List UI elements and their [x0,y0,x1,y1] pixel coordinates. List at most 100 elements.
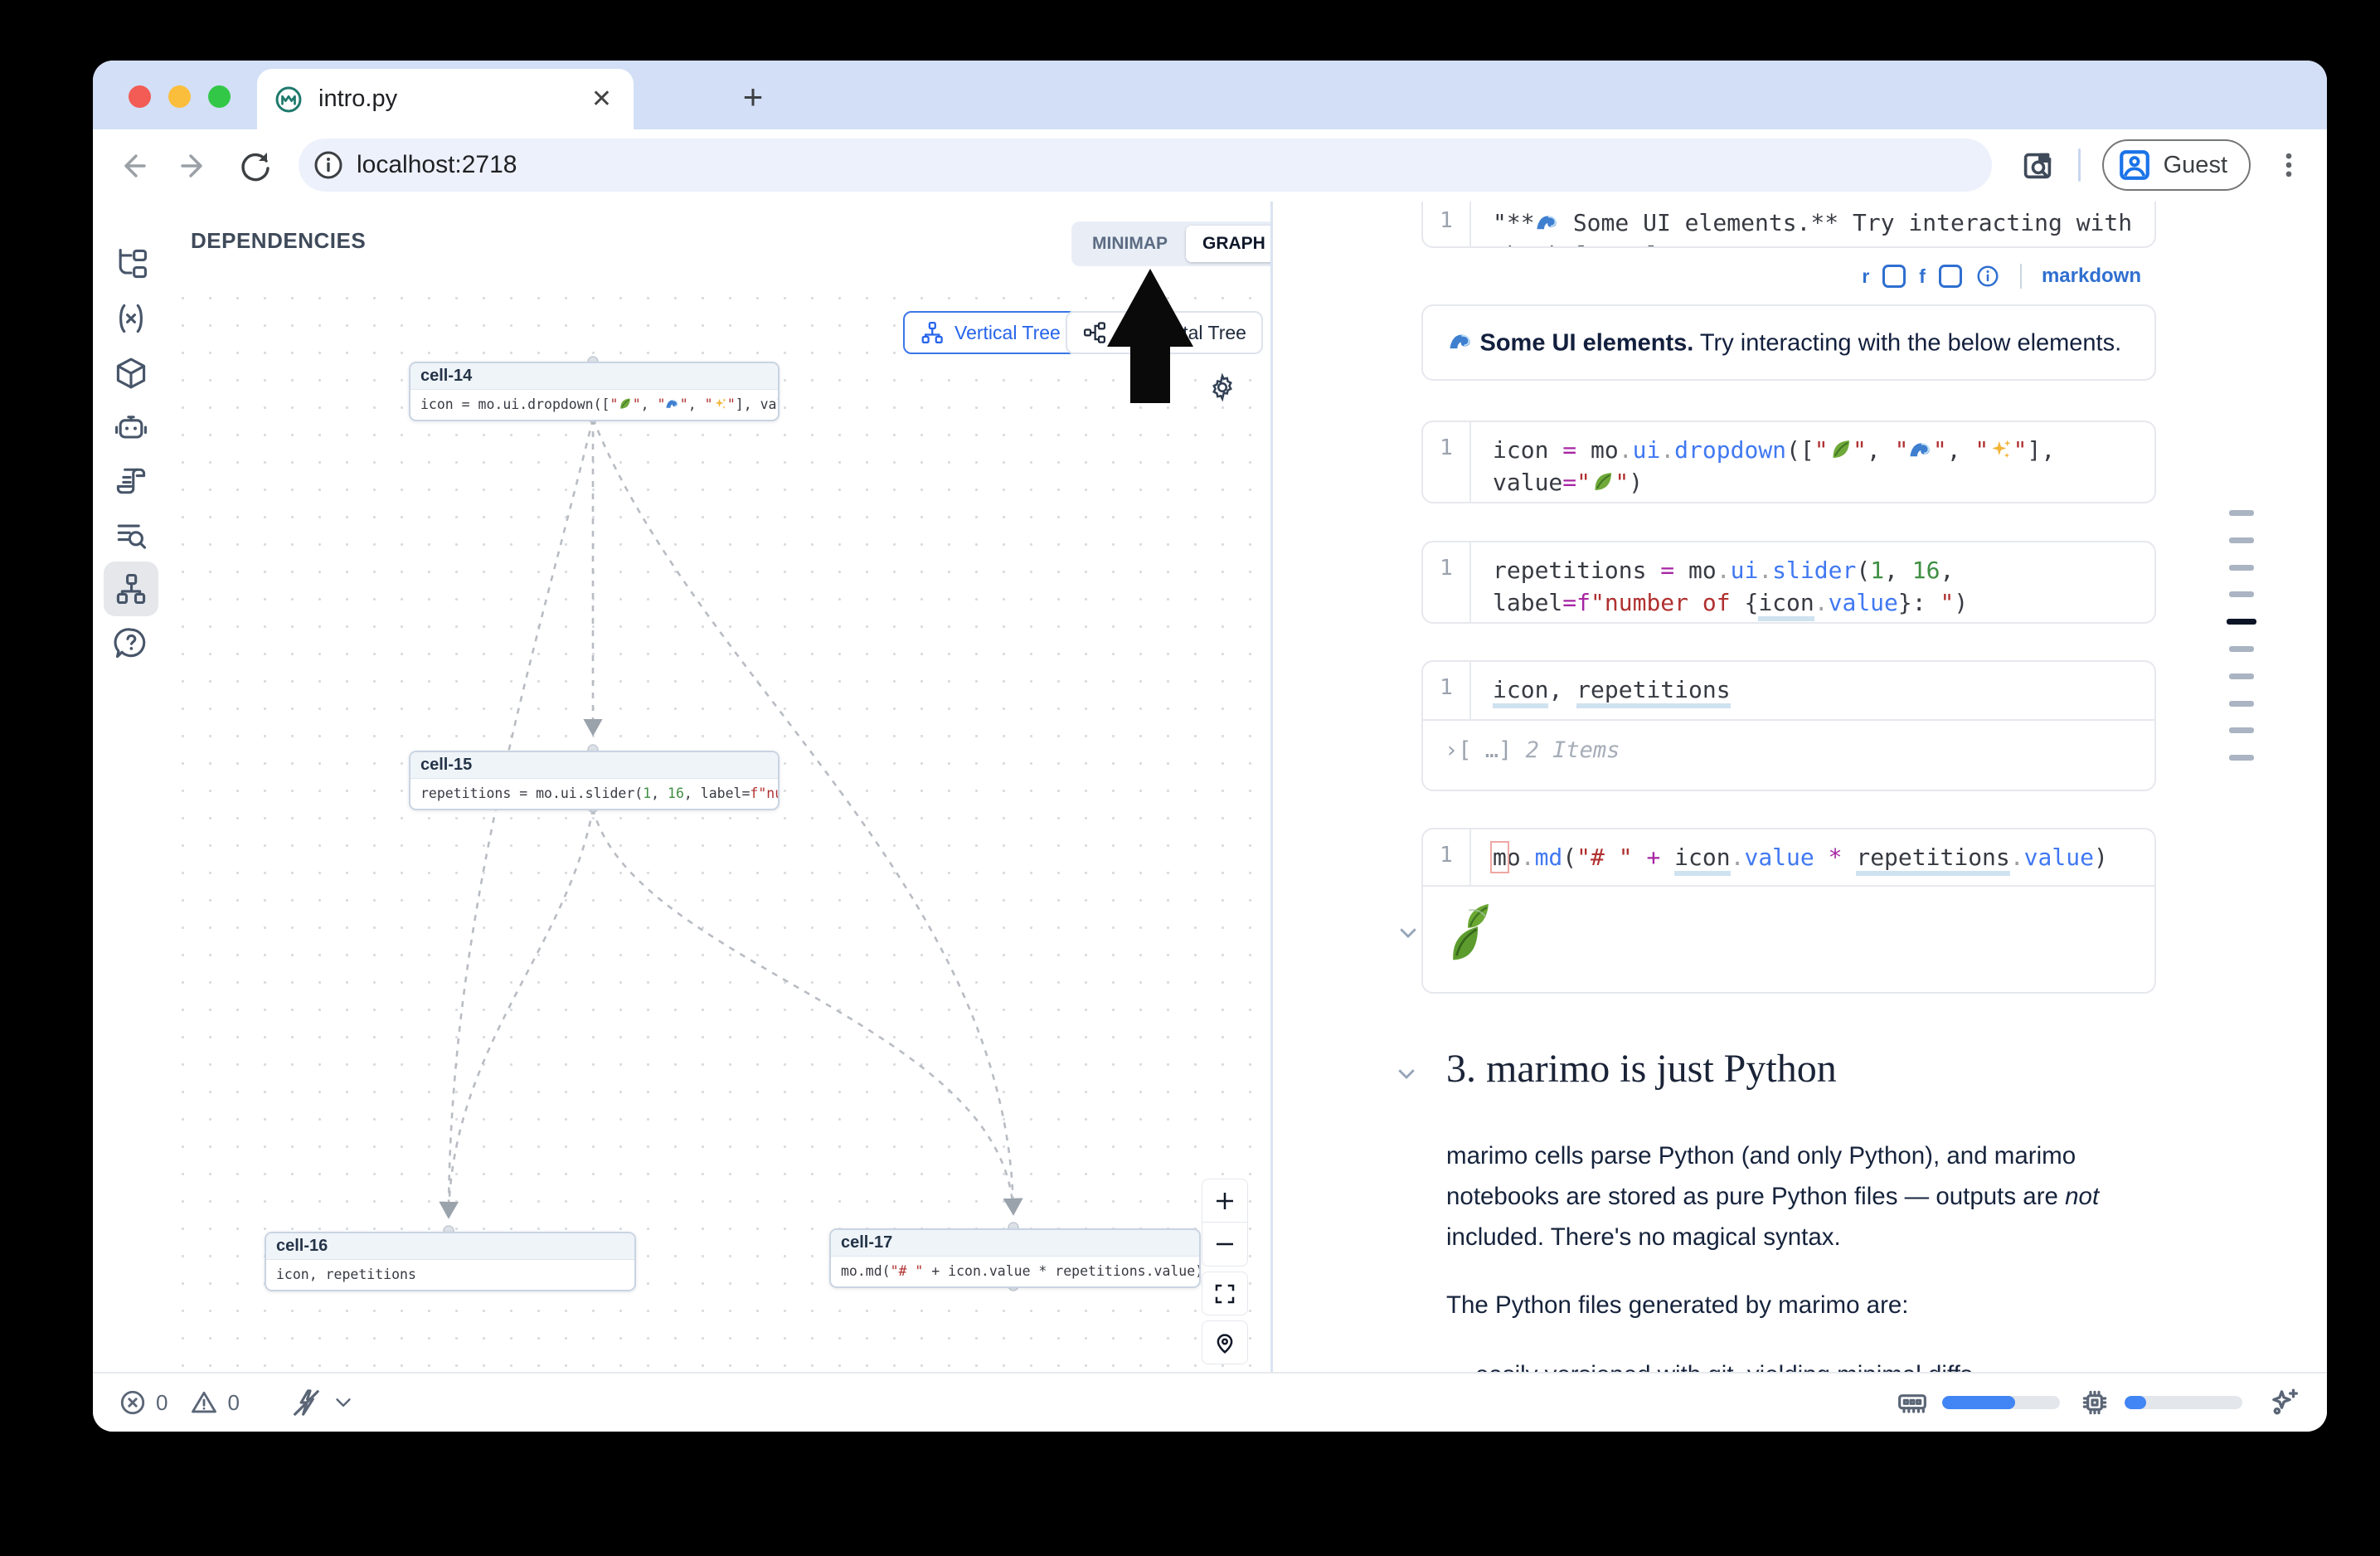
scroll-icon [113,463,149,499]
sidebar-item-logs[interactable] [104,508,158,563]
graph-settings-button[interactable] [1207,372,1237,402]
minimap-line[interactable] [2229,673,2254,679]
dependencies-panel: DEPENDENCIES MINIMAP GRAPH ✕ [169,202,1270,1374]
section-heading: 3. marimo is just Python [1446,1046,1837,1092]
browser-menu-icon[interactable] [2272,148,2305,182]
minimap-line-active[interactable] [2227,619,2256,625]
horizontal-tree-button[interactable]: Horizontal Tree [1066,311,1263,354]
checkbox-icon[interactable] [1882,265,1906,288]
node-code: icon, repetitions [266,1260,634,1290]
status-bar: 0 0 [93,1372,2327,1432]
zoom-in-button[interactable] [1202,1179,1248,1223]
location-pin-icon [1212,1330,1237,1355]
notebook-cell-md-concat[interactable]: 1 mo.md("# " + icon.value * repetitions.… [1421,828,2156,994]
minus-icon [1212,1232,1237,1257]
reload-icon[interactable] [234,144,277,187]
node-title: cell-14 [410,363,778,390]
graph-node-cell-17[interactable]: cell-17 mo.md("# " + icon.value * repeti… [829,1228,1201,1288]
paragraph-line: The Python files generated by marimo are… [1446,1285,1909,1325]
paragraph-line: notebooks are stored as pure Python file… [1446,1176,2099,1217]
node-title: cell-16 [266,1233,634,1260]
browser-toolbar: localhost:2718 Guest [93,129,2327,202]
marimo-favicon [274,85,304,114]
sidebar-item-variables[interactable] [104,291,158,346]
chevron-down-icon[interactable] [331,1390,356,1415]
collapse-output-chevron-icon[interactable] [1396,920,1421,945]
minimap-line[interactable] [2229,537,2254,543]
graph-canvas[interactable]: Vertical Tree Horizontal Tree cell-14 ic… [169,284,1270,1374]
package-cube-icon [113,355,149,391]
graph-node-cell-16[interactable]: cell-16 icon, repetitions [265,1232,636,1291]
node-code: mo.md("# " + icon.value * repetitions.va… [831,1257,1199,1286]
code-line: value="") [1493,466,2154,498]
tab-graph[interactable]: GRAPH [1186,226,1282,262]
sidebar-item-snippets[interactable] [104,454,158,508]
tab-minimap[interactable]: MINIMAP [1076,226,1184,262]
warnings-icon[interactable] [189,1388,219,1417]
browser-tab[interactable]: intro.py ✕ [257,69,634,129]
back-icon[interactable] [111,144,154,187]
collapsed-list-output[interactable]: ›[ …] 2 Items [1423,719,2154,780]
view-segmented-control: MINIMAP GRAPH [1071,221,1286,266]
tab-close-icon[interactable]: ✕ [591,85,612,114]
forward-icon[interactable] [172,144,216,187]
profile-avatar-icon [2117,148,2152,182]
profile-button[interactable]: Guest [2102,139,2251,191]
minimap-line[interactable] [2229,591,2254,597]
error-count: 0 [156,1390,168,1416]
collapse-section-chevron-icon[interactable] [1394,1061,1419,1086]
memory-usage-fill [1942,1396,2015,1409]
info-circle-icon[interactable] [1975,264,2000,289]
node-code: repetitions = mo.ui.slider(1, 16, label=… [410,779,778,809]
errors-icon[interactable] [118,1388,148,1417]
window-minimize-button[interactable] [168,85,191,108]
tab-search-icon[interactable] [2018,146,2057,184]
new-tab-button[interactable]: + [730,75,776,122]
notebook-cell-slider[interactable]: 1 repetitions = mo.ui.slider(1, 16, labe… [1421,541,2156,624]
cpu-icon [2078,1386,2111,1419]
sidebar-item-file-explorer[interactable] [104,236,158,291]
cell-toolbar: r f markdown [1421,261,2156,291]
dependency-graph-icon [113,571,149,607]
vertical-tree-button[interactable]: Vertical Tree [903,311,1077,354]
checkbox-icon[interactable] [1939,265,1962,288]
minimap-line[interactable] [2229,727,2254,733]
zoom-out-button[interactable] [1202,1223,1248,1267]
sidebar-item-help[interactable] [104,616,158,671]
profile-label: Guest [2164,152,2227,179]
panel-title: DEPENDENCIES [191,228,366,254]
graph-node-cell-14[interactable]: cell-14 icon = mo.ui.dropdown(["", "", "… [409,362,780,421]
graph-edges [169,284,1270,1374]
sidebar-item-ai-assistant[interactable] [104,401,158,455]
graph-node-cell-15[interactable]: cell-15 repetitions = mo.ui.slider(1, 16… [409,751,780,810]
minimap-line[interactable] [2229,755,2254,761]
minimap-line[interactable] [2229,701,2254,707]
clipped-list-item: easily versioned with git, yielding mini… [1475,1354,1973,1374]
locate-button[interactable] [1202,1320,1248,1364]
line-number: 1 [1423,662,1469,700]
minimap-line[interactable] [2229,565,2254,571]
minimap-line[interactable] [2229,510,2254,516]
graph-zoom-controls [1202,1179,1248,1364]
code-line: the below elements. [1493,239,2154,248]
url-text: localhost:2718 [357,151,517,179]
left-icon-rail [93,202,171,1374]
notebook-cell-dropdown[interactable]: 1 icon = mo.ui.dropdown(["", "", ""], va… [1421,421,2156,503]
tab-strip: intro.py ✕ + [93,61,2327,129]
sidebar-item-dependencies[interactable] [104,562,158,616]
minimap-line[interactable] [2229,646,2254,652]
page-info-icon[interactable] [312,148,345,182]
markdown-badge[interactable]: markdown [2042,265,2141,288]
notebook-cell-markdown-source[interactable]: 1 "** Some UI elements.** Try interactin… [1421,202,2156,248]
fit-view-button[interactable] [1202,1272,1248,1315]
window-close-button[interactable] [129,85,151,108]
autoformat-off-icon[interactable] [289,1386,323,1419]
notebook-pane: 1 "** Some UI elements.** Try interactin… [1273,202,2327,1374]
notebook-cell-tuple[interactable]: 1 icon, repetitions ›[ …] 2 Items [1421,660,2156,791]
ai-sparkle-icon[interactable] [2267,1385,2302,1420]
url-bar[interactable]: localhost:2718 [299,139,1992,192]
markdown-output-text: Some UI elements. Try interacting with t… [1448,328,2121,357]
sidebar-item-packages[interactable] [104,346,158,401]
code-line: label=f"number of {icon.value}: ") [1493,586,2154,619]
window-zoom-button[interactable] [208,85,231,108]
